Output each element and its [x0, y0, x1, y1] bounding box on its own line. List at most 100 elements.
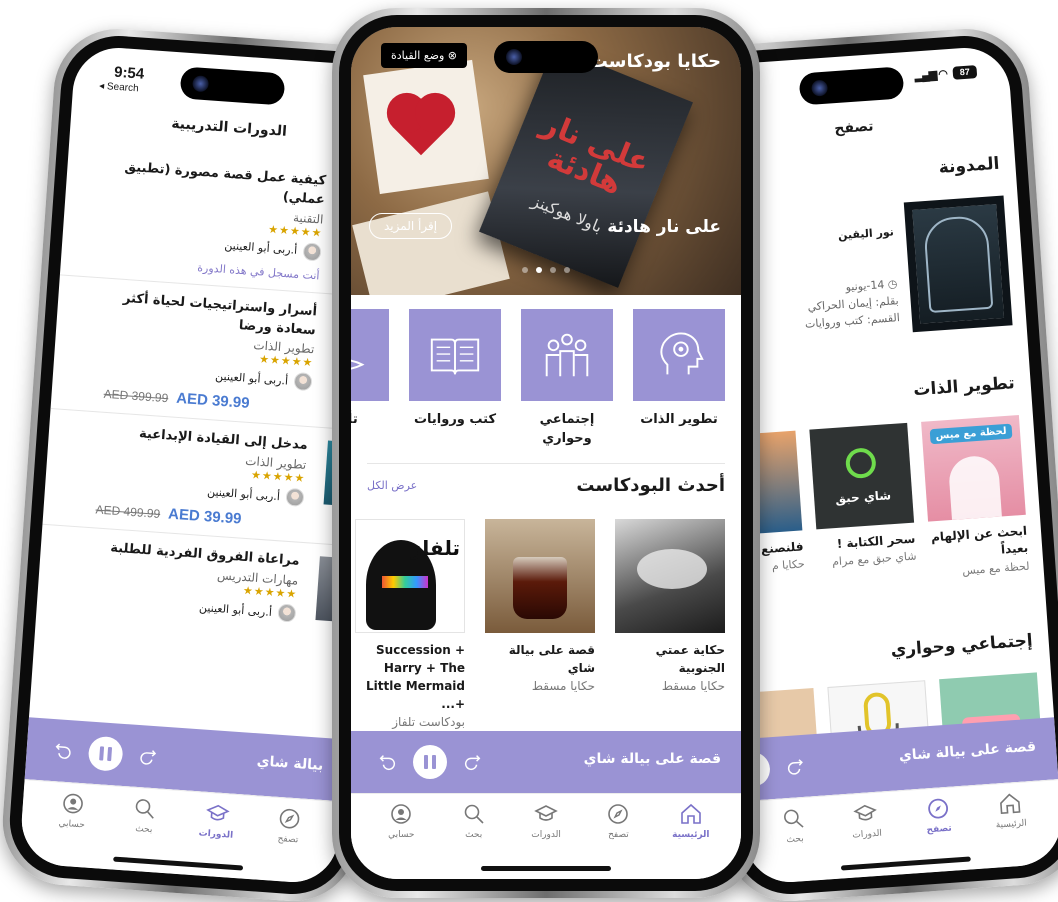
pause-button[interactable]	[87, 735, 124, 772]
blog-meta: ◷ 14-يونيو بقلم: إيمان الحراكي القسم: كت…	[802, 275, 901, 333]
category-label: إجتماعي وحواري	[539, 412, 595, 446]
status-time: 9:54	[113, 63, 145, 83]
player-controls	[377, 745, 483, 779]
home-icon	[999, 793, 1021, 815]
tea-glass	[513, 557, 567, 619]
tab-label: الدورات	[852, 828, 883, 841]
podcast-card[interactable]: لحظة مع ميس ابحث عن الإلهام بعيداً لحظة …	[921, 415, 1030, 579]
podcast-title: Succession + Harry + The Little Mermaid …	[366, 643, 465, 711]
artwork-label: لحظة مع ميس	[929, 423, 1013, 445]
forward-icon[interactable]	[783, 755, 806, 778]
rewind-icon[interactable]	[52, 739, 75, 762]
dynamic-island	[494, 41, 598, 73]
category-label: تأمل	[351, 412, 358, 427]
tab-home[interactable]: الرئيسية	[661, 802, 721, 879]
see-all-link[interactable]: عرض الكل	[367, 479, 417, 492]
tab-search[interactable]: بحث	[763, 805, 828, 884]
user-icon	[63, 793, 83, 814]
camera-icon	[506, 49, 522, 65]
section-title: أحدث البودكاست	[576, 475, 725, 496]
compass-icon	[927, 798, 948, 819]
course-price: AED 399.99 AED 39.99	[103, 385, 311, 416]
tab-account[interactable]: حسابي	[371, 802, 431, 879]
tab-label: بحث	[786, 834, 804, 846]
category-books[interactable]: كتب وروايات	[409, 309, 501, 449]
now-playing-title: بيالة شاي	[256, 753, 324, 774]
section-title-self-dev: تطوير الذات	[912, 373, 1016, 401]
read-more-button[interactable]: إقرأ المزيد	[369, 213, 453, 239]
carousel-dot[interactable]	[564, 267, 570, 273]
user-icon	[391, 804, 412, 824]
tab-account[interactable]: حسابي	[39, 790, 104, 869]
back-to-search-link[interactable]: ◂ Search	[99, 81, 139, 95]
blog-title: نور اليقين	[837, 225, 895, 243]
category-row: تطوير الذات إجتماعي وحواري كتب وروايات ت…	[351, 309, 725, 449]
now-playing-title: قصة على بيالة شاي	[898, 738, 1037, 765]
course-price: AED 499.99 AED 39.99	[95, 501, 303, 532]
tab-home[interactable]: الرئيسية	[979, 790, 1044, 869]
graduation-cap-icon	[534, 805, 558, 821]
compass-icon	[279, 808, 300, 829]
blog-date: 14-يونيو	[845, 278, 885, 294]
rewind-icon[interactable]	[377, 751, 399, 773]
podcast-card[interactable]: حكاية عمتي الجنوبية حكايا مسقط	[615, 519, 725, 729]
search-icon	[464, 804, 484, 824]
battery-icon: 87	[952, 65, 978, 80]
carousel-dot[interactable]	[550, 267, 556, 273]
mini-player[interactable]: قصة على بيالة شاي	[351, 731, 741, 793]
glasses-illustration	[382, 576, 428, 588]
forward-icon[interactable]	[136, 745, 159, 768]
home-indicator	[481, 866, 611, 871]
category-tile	[351, 309, 389, 401]
tab-bar: الرئيسية تصفح الدورات بحث حسابي	[351, 793, 741, 879]
carousel-dot-active[interactable]	[536, 267, 542, 273]
forward-icon[interactable]	[461, 751, 483, 773]
category-social[interactable]: إجتماعي وحواري	[521, 309, 613, 449]
avatar	[293, 372, 313, 392]
course-card[interactable]: أسرار واستراتيجيات لحياة أكثر سعادة ورضا…	[50, 275, 382, 432]
latest-podcasts-header: أحدث البودكاست عرض الكل	[367, 475, 725, 496]
player-controls	[52, 733, 160, 774]
podcast-subtitle: حكايا مسقط	[661, 679, 725, 693]
section-title-blog: المدونة	[938, 153, 1000, 178]
instructor-name: أ.ربى أبو العينين	[214, 369, 289, 388]
podcast-title: حكاية عمتي الجنوبية	[655, 643, 725, 675]
phone-bezel: على نار هادئة باولا هوكينز ⊗ وضع القيادة…	[339, 15, 753, 891]
tab-label: الرئيسية	[672, 830, 710, 840]
section-title-social: إجتماعي وحواري	[890, 630, 1034, 661]
carousel-dot[interactable]	[522, 267, 528, 273]
graduation-cap-icon	[205, 804, 230, 821]
category-meditation[interactable]: تأمل	[351, 309, 389, 449]
podcast-artwork	[485, 519, 595, 633]
graduation-cap-icon	[853, 804, 878, 821]
driving-mode-button[interactable]: ⊗ وضع القيادة	[381, 43, 468, 68]
people-icon	[545, 333, 589, 377]
instructor-name: أ.ربى أبو العينين	[223, 238, 298, 258]
camera-icon	[810, 79, 828, 97]
pause-button[interactable]	[413, 745, 447, 779]
tab-label: حسابي	[388, 830, 415, 840]
dynamic-island	[798, 66, 904, 106]
podcast-title: قصة على بيالة شاي	[508, 643, 595, 675]
instructor-name: أ.ربى أبو العينين	[206, 484, 281, 503]
head-gear-icon	[660, 332, 704, 375]
podcast-subtitle: بودكاست تلفاز	[392, 715, 465, 729]
tab-label: حسابي	[58, 818, 86, 831]
sale-price: AED 39.99	[167, 505, 242, 528]
phone-frame-center: على نار هادئة باولا هوكينز ⊗ وضع القيادة…	[332, 8, 760, 898]
category-tile	[521, 309, 613, 401]
tab-browse[interactable]: تصفح	[255, 805, 320, 884]
tab-label: الرئيسية	[995, 818, 1028, 831]
category-tile	[633, 309, 725, 401]
latest-podcasts-row: حكاية عمتي الجنوبية حكايا مسقط قصة على ب…	[355, 519, 725, 729]
podcast-artwork: تلفاز	[355, 519, 465, 633]
podcast-card[interactable]: شاي حبق سحر الكتابة ! شاي حبق مع مرام	[809, 422, 918, 587]
podcast-card[interactable]: قصة على بيالة شاي حكايا مسقط	[485, 519, 595, 729]
hat-shape	[637, 549, 707, 589]
course-card[interactable]: مدخل إلى القيادة الإبداعية تطوير الذات ★…	[42, 409, 372, 548]
podcast-artwork: شاي حبق	[809, 422, 915, 530]
podcast-card[interactable]: تلفاز Succession + Harry + The Little Me…	[355, 519, 465, 729]
driving-mode-label: وضع القيادة	[391, 49, 445, 62]
category-self-development[interactable]: تطوير الذات	[633, 309, 725, 449]
tab-label: تصفح	[608, 830, 629, 840]
